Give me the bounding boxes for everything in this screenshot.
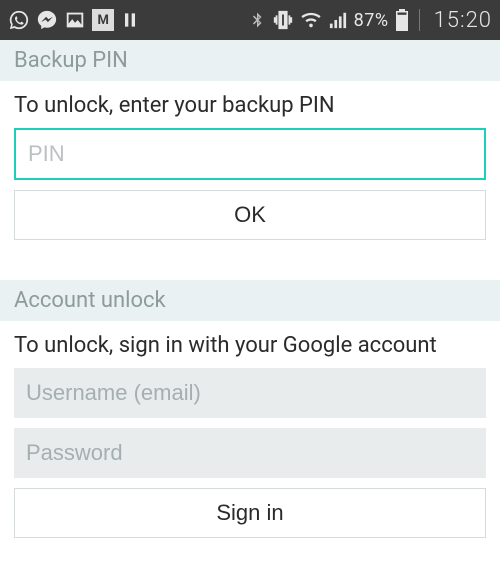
- status-right-icons: 87% 15:20: [248, 8, 492, 33]
- backup-pin-header: Backup PIN: [0, 40, 500, 81]
- pin-input[interactable]: [14, 128, 486, 180]
- vibrate-icon: [272, 9, 294, 31]
- password-input[interactable]: [14, 428, 486, 478]
- ok-button[interactable]: OK: [14, 190, 486, 240]
- messenger-icon: [36, 9, 58, 31]
- username-input[interactable]: [14, 368, 486, 418]
- battery-icon: [395, 9, 409, 31]
- bluetooth-icon: [248, 10, 266, 30]
- status-clock: 15:20: [434, 8, 492, 33]
- sign-in-button[interactable]: Sign in: [14, 488, 486, 538]
- battery-percentage: 87%: [354, 10, 389, 31]
- wifi-icon: [300, 11, 322, 29]
- gmail-icon: M: [92, 9, 114, 31]
- backup-pin-prompt: To unlock, enter your backup PIN: [0, 81, 500, 128]
- status-left-icons: M: [8, 9, 140, 31]
- section-spacer: [0, 256, 500, 280]
- status-bar: M 87% 15:20: [0, 0, 500, 40]
- account-unlock-header: Account unlock: [0, 280, 500, 321]
- picture-icon: [64, 9, 86, 31]
- pause-icon: [120, 10, 140, 30]
- whatsapp-icon: [8, 9, 30, 31]
- account-unlock-prompt: To unlock, sign in with your Google acco…: [0, 321, 500, 368]
- signal-icon: [328, 11, 348, 29]
- status-divider: [419, 9, 420, 31]
